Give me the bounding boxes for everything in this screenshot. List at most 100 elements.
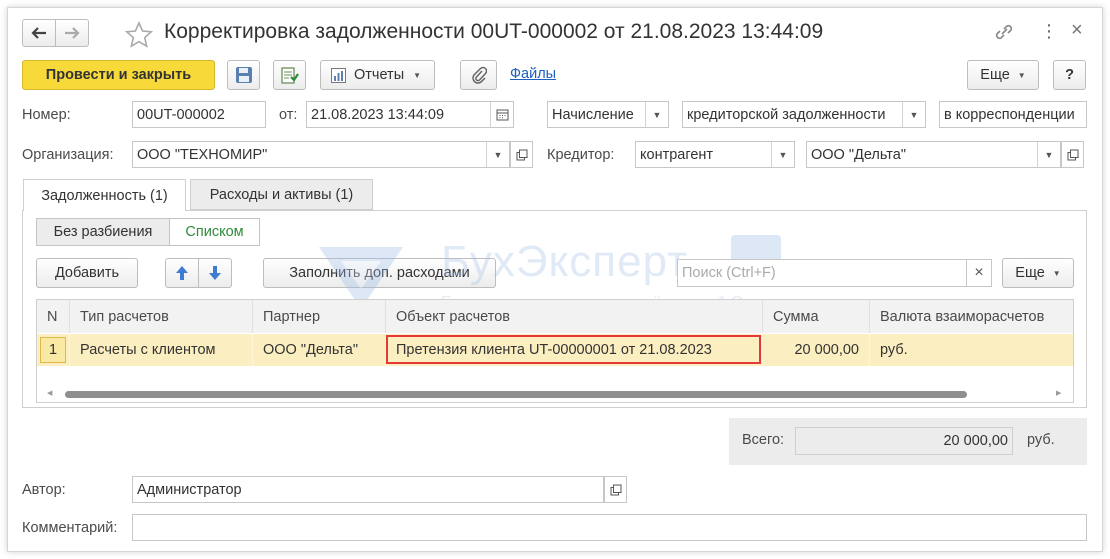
more-button[interactable]: Еще ▼: [967, 60, 1039, 90]
calendar-icon: [496, 109, 508, 121]
cell-amount[interactable]: 20 000,00: [763, 334, 870, 366]
search-placeholder: Поиск (Ctrl+F): [682, 265, 776, 281]
scrollbar-thumb[interactable]: [65, 391, 967, 398]
cell-partner[interactable]: ООО "Дельта": [253, 334, 386, 366]
files-link[interactable]: Файлы: [510, 66, 556, 82]
chevron-down-icon[interactable]: ▼: [645, 102, 668, 127]
chevron-down-icon: ▼: [413, 70, 422, 80]
favorite-star-icon[interactable]: [124, 21, 154, 52]
open-window-icon: [1067, 149, 1078, 160]
fill-extra-expenses-button[interactable]: Заполнить доп. расходами: [263, 258, 496, 288]
organization-open-button[interactable]: [510, 141, 533, 168]
author-value: Администратор: [137, 481, 242, 498]
reports-button[interactable]: Отчеты ▼: [320, 60, 435, 90]
open-window-icon: [516, 149, 527, 160]
scroll-left-icon[interactable]: ◀: [47, 389, 52, 397]
creditor-value: ООО "Дельта": [811, 146, 906, 163]
menu-dots-icon[interactable]: ⋮: [1040, 21, 1058, 42]
creditor-open-button[interactable]: [1061, 141, 1084, 168]
arrow-left-icon: [31, 27, 46, 39]
open-window-icon: [610, 484, 621, 495]
author-field[interactable]: Администратор: [132, 476, 604, 503]
debt-table: N Тип расчетов Партнер Объект расчетов С…: [36, 299, 1074, 403]
chevron-down-icon[interactable]: ▼: [771, 142, 794, 167]
chevron-down-icon: ▼: [1017, 70, 1026, 80]
operation-select[interactable]: Начисление ▼: [547, 101, 669, 128]
chevron-down-icon[interactable]: ▼: [902, 102, 925, 127]
post-and-close-button[interactable]: Провести и закрыть: [22, 60, 215, 90]
table-more-button[interactable]: Еще ▼: [1002, 258, 1074, 288]
no-split-toggle[interactable]: Без разбиения: [36, 218, 170, 246]
clear-search-button[interactable]: ×: [966, 259, 992, 287]
settlement-object-highlight: [386, 335, 761, 364]
creditor-label: Кредитор:: [547, 147, 615, 163]
add-button[interactable]: Добавить: [36, 258, 138, 288]
post-button[interactable]: [273, 60, 306, 90]
post-and-close-label: Провести и закрыть: [45, 67, 192, 83]
save-button[interactable]: [227, 60, 260, 90]
arrow-right-icon: [65, 27, 80, 39]
creditor-type-select[interactable]: контрагент ▼: [635, 141, 795, 168]
number-label: Номер:: [22, 107, 71, 123]
cell-n[interactable]: 1: [37, 334, 70, 366]
date-label: от:: [279, 107, 298, 123]
correspondence-value: в корреспонденции: [944, 106, 1075, 123]
attach-button[interactable]: [460, 60, 497, 90]
table-row[interactable]: 1 Расчеты с клиентом ООО "Дельта" Претен…: [37, 334, 1073, 366]
add-label: Добавить: [54, 265, 120, 281]
post-document-icon: [281, 66, 299, 84]
move-down-button[interactable]: [198, 258, 232, 288]
date-field[interactable]: 21.08.2023 13:44:09: [306, 101, 514, 128]
column-header-n[interactable]: N: [37, 300, 70, 333]
column-header-settlement-object[interactable]: Объект расчетов: [386, 300, 763, 333]
column-header-amount[interactable]: Сумма: [763, 300, 870, 333]
fill-extra-expenses-label: Заполнить доп. расходами: [289, 265, 470, 281]
author-label: Автор:: [22, 482, 66, 498]
table-header: N Тип расчетов Партнер Объект расчетов С…: [37, 300, 1073, 333]
row-number-box: 1: [40, 337, 66, 363]
horizontal-scrollbar[interactable]: ◀ ▶: [37, 386, 1073, 402]
paperclip-icon: [471, 66, 487, 84]
author-open-button[interactable]: [604, 476, 627, 503]
tab-panel: Без разбиения Списком Добавить Заполнить…: [22, 210, 1087, 408]
cell-settlement-object[interactable]: Претензия клиента UT-00000001 от 21.08.2…: [386, 334, 763, 366]
date-value: 21.08.2023 13:44:09: [311, 106, 445, 123]
search-input[interactable]: Поиск (Ctrl+F): [677, 259, 967, 287]
close-icon[interactable]: ×: [1071, 19, 1083, 42]
total-label: Всего:: [742, 432, 785, 448]
column-header-currency[interactable]: Валюта взаиморасчетов: [870, 300, 1073, 333]
organization-value: ООО "ТЕХНОМИР": [137, 146, 268, 163]
help-button[interactable]: ?: [1053, 60, 1086, 90]
totals-panel: Всего: 20 000,00 руб.: [729, 418, 1087, 465]
floppy-disk-icon: [235, 67, 252, 83]
table-more-label: Еще: [1015, 265, 1045, 281]
row-number: 1: [48, 342, 58, 358]
link-icon[interactable]: [993, 22, 1015, 46]
total-currency: руб.: [1027, 432, 1055, 448]
creditor-field[interactable]: ООО "Дельта" ▼: [806, 141, 1061, 168]
column-header-settlement-type[interactable]: Тип расчетов: [70, 300, 253, 333]
list-toggle[interactable]: Списком: [169, 218, 260, 246]
calendar-button[interactable]: [490, 102, 513, 127]
move-up-button[interactable]: [165, 258, 199, 288]
tab-debt[interactable]: Задолженность (1): [23, 179, 186, 211]
comment-field[interactable]: [132, 514, 1087, 541]
back-button[interactable]: [22, 19, 56, 47]
form-window: Корректировка задолженности 00UT-000002 …: [7, 7, 1103, 552]
arrow-down-icon: [209, 266, 221, 280]
number-value: 00UT-000002: [137, 106, 225, 123]
report-icon: [331, 67, 346, 83]
chevron-down-icon[interactable]: ▼: [486, 142, 509, 167]
tab-debt-label: Задолженность (1): [41, 187, 168, 204]
number-field[interactable]: 00UT-000002: [132, 101, 266, 128]
tab-expenses-assets[interactable]: Расходы и активы (1): [190, 179, 373, 210]
chevron-down-icon[interactable]: ▼: [1037, 142, 1060, 167]
forward-button[interactable]: [55, 19, 89, 47]
cell-currency[interactable]: руб.: [870, 334, 1073, 366]
cell-settlement-type[interactable]: Расчеты с клиентом: [70, 334, 253, 366]
correspondence-select[interactable]: в корреспонденции: [939, 101, 1087, 128]
debt-kind-select[interactable]: кредиторской задолженности ▼: [682, 101, 926, 128]
organization-field[interactable]: ООО "ТЕХНОМИР" ▼: [132, 141, 510, 168]
column-header-partner[interactable]: Партнер: [253, 300, 386, 333]
scroll-right-icon[interactable]: ▶: [1056, 389, 1061, 397]
